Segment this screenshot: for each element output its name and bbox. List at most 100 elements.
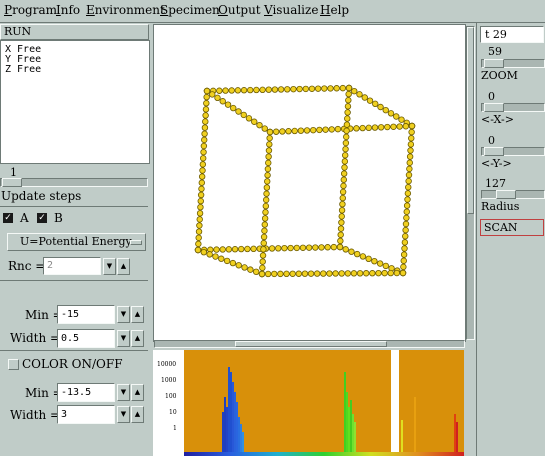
atom-marker: [369, 270, 376, 277]
atom-marker: [224, 101, 232, 108]
color-width-decrement-button[interactable]: ▼: [117, 406, 130, 423]
atom-marker: [376, 260, 384, 267]
atom-marker: [365, 124, 372, 132]
view-vertical-scrollbar[interactable]: [466, 26, 475, 340]
atom-marker: [343, 133, 350, 141]
atom-marker: [408, 122, 416, 130]
scan-button[interactable]: SCAN: [480, 219, 544, 236]
atom-marker: [225, 246, 233, 253]
menu-specimen[interactable]: Specimen: [160, 3, 220, 17]
slider-thumb[interactable]: [2, 178, 22, 187]
atom-marker: [296, 85, 303, 93]
atom-marker: [231, 246, 239, 253]
atom-marker: [338, 219, 345, 226]
atom-marker: [345, 84, 353, 92]
slider-thumb[interactable]: [484, 59, 504, 68]
checkbox-b-label: B: [54, 211, 63, 225]
x-slider[interactable]: [481, 103, 545, 112]
menu-output[interactable]: Output: [218, 3, 261, 17]
atom-marker: [308, 85, 316, 92]
color-min-value: -13.5: [61, 387, 92, 398]
atom-marker: [262, 196, 270, 204]
atom-marker: [260, 233, 268, 241]
atom-marker: [260, 239, 267, 247]
min-input[interactable]: -15: [57, 305, 115, 324]
checkbox-a[interactable]: ✓: [3, 213, 13, 223]
width-decrement-button[interactable]: ▼: [117, 330, 130, 347]
atom-marker: [235, 262, 242, 269]
atom-marker: [264, 172, 271, 179]
menu-help[interactable]: Help: [320, 3, 349, 17]
atom-marker: [203, 93, 210, 101]
atom-marker: [339, 84, 347, 92]
color-toggle[interactable]: [8, 359, 19, 370]
menu-info[interactable]: Info: [56, 3, 80, 17]
atom-marker: [262, 209, 269, 216]
atom-marker: [201, 136, 208, 144]
atom-marker: [203, 100, 210, 107]
atom-marker: [250, 245, 257, 253]
rnc-decrement-button[interactable]: ▼: [103, 258, 116, 275]
atom-marker: [345, 97, 352, 104]
rnc-increment-button[interactable]: ▲: [117, 258, 130, 275]
atom-marker: [318, 244, 325, 251]
atom-marker: [275, 245, 282, 252]
atom-marker: [279, 128, 286, 135]
atom-marker: [271, 270, 278, 278]
checkbox-b[interactable]: ✓: [37, 213, 47, 223]
color-min-increment-button[interactable]: ▲: [131, 384, 144, 401]
atom-marker: [361, 94, 368, 101]
log-line: Z Free: [5, 64, 42, 75]
color-width-increment-button[interactable]: ▲: [131, 406, 144, 423]
rnc-input[interactable]: 2: [43, 257, 101, 275]
atom-marker: [265, 147, 273, 154]
slider-thumb[interactable]: [484, 103, 504, 112]
y-slider[interactable]: [481, 147, 545, 156]
atom-marker: [353, 125, 360, 132]
menu-program[interactable]: Program: [4, 3, 57, 17]
menu-environment[interactable]: Environment: [86, 3, 165, 17]
atom-marker: [234, 87, 242, 94]
run-log[interactable]: X Free Y Free Z Free: [0, 40, 150, 164]
color-width-input[interactable]: 3: [57, 405, 115, 424]
y-tick-label: 10000: [157, 361, 177, 368]
color-min-input[interactable]: -13.5: [57, 383, 115, 402]
run-button[interactable]: RUN: [0, 24, 149, 40]
atom-marker: [293, 244, 300, 252]
atom-marker: [307, 270, 315, 277]
min-decrement-button[interactable]: ▼: [117, 306, 130, 323]
atom-marker: [363, 270, 370, 277]
atom-marker: [371, 257, 378, 265]
atom-marker: [406, 159, 413, 166]
atom-marker: [268, 245, 276, 252]
view-horizontal-scrollbar[interactable]: [154, 340, 465, 348]
atom-marker: [235, 108, 242, 115]
slider-thumb[interactable]: [484, 147, 504, 156]
slider-thumb[interactable]: [496, 190, 516, 199]
atom-marker: [238, 245, 245, 253]
menu-visualize[interactable]: Visualize: [264, 3, 318, 17]
scrollbar-thumb[interactable]: [467, 27, 474, 214]
atom-marker: [393, 113, 400, 120]
atom-marker: [396, 123, 403, 130]
atom-marker: [403, 208, 410, 215]
atom-marker: [241, 264, 248, 271]
specimen-3d-view[interactable]: [153, 24, 466, 342]
potential-dropdown[interactable]: U=Potential Energy: [7, 233, 146, 251]
min-increment-button[interactable]: ▲: [131, 306, 144, 323]
width-increment-button[interactable]: ▲: [131, 330, 144, 347]
color-min-decrement-button[interactable]: ▼: [117, 384, 130, 401]
update-steps-slider[interactable]: [0, 178, 148, 187]
atom-marker: [407, 147, 414, 154]
atom-marker: [222, 87, 229, 94]
histogram-bar: [242, 432, 244, 452]
atom-marker: [343, 121, 351, 128]
atom-marker: [387, 269, 394, 277]
scrollbar-thumb[interactable]: [235, 341, 387, 347]
zoom-slider[interactable]: [481, 59, 545, 68]
atom-marker: [340, 170, 348, 177]
width-input[interactable]: 0.5: [57, 329, 115, 348]
atom-marker: [258, 270, 266, 278]
atom-marker: [340, 176, 348, 183]
radius-slider[interactable]: [481, 190, 545, 199]
